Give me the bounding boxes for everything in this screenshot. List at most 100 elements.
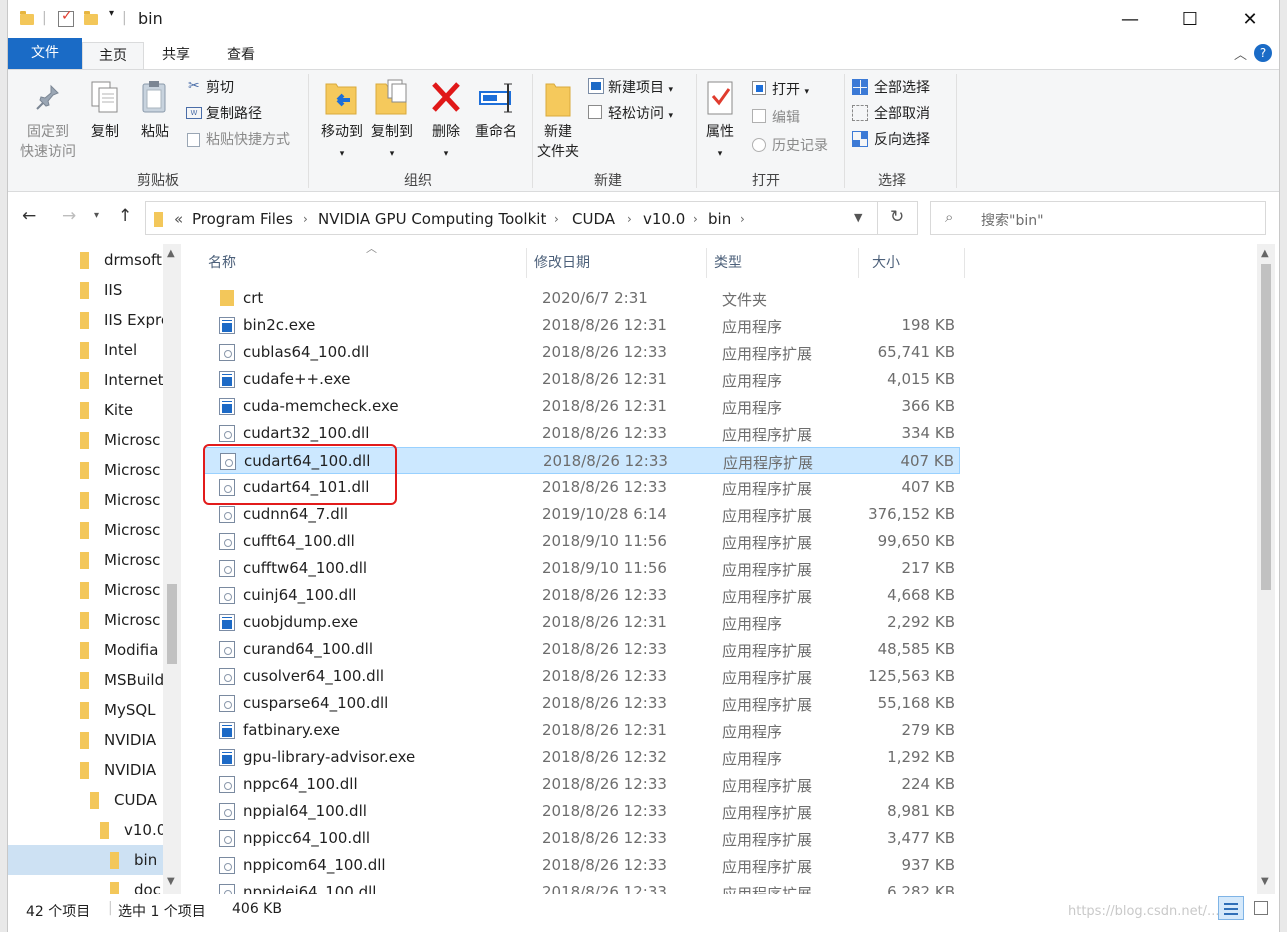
back-icon[interactable]: ← bbox=[22, 206, 36, 226]
help-icon[interactable]: ? bbox=[1254, 44, 1272, 62]
file-row[interactable]: cuinj64_100.dll 2018/8/26 12:33 应用程序扩展 4,66… bbox=[204, 582, 960, 609]
copy-path-button[interactable]: 复制路径 bbox=[206, 104, 262, 124]
large-icons-view-icon[interactable] bbox=[1248, 896, 1274, 920]
paste-button[interactable]: 粘贴 bbox=[136, 122, 174, 142]
new-folder-button[interactable]: 新建 文件夹 bbox=[530, 122, 586, 162]
column-name[interactable]: 名称 bbox=[208, 252, 236, 272]
nav-item[interactable]: MSBuild bbox=[8, 665, 163, 695]
tab-home[interactable]: 主页 bbox=[82, 42, 144, 70]
nav-item[interactable]: Internet bbox=[8, 365, 163, 395]
nav-item[interactable]: bin bbox=[8, 845, 163, 875]
file-row[interactable]: nppial64_100.dll 2018/8/26 12:33 应用程序扩展 8,9… bbox=[204, 798, 960, 825]
delete-button[interactable]: 删除 ▾ bbox=[426, 122, 466, 164]
customize-toolbar-icon[interactable]: ▾ bbox=[109, 8, 114, 19]
copy-button[interactable]: 复制 bbox=[86, 122, 124, 142]
forward-icon[interactable]: → bbox=[62, 206, 76, 226]
file-row[interactable]: curand64_100.dll 2018/8/26 12:33 应用程序扩展 48,… bbox=[204, 636, 960, 663]
breadcrumb-chevron-icon[interactable]: › bbox=[303, 212, 308, 226]
recent-locations-icon[interactable]: ▾ bbox=[94, 210, 99, 221]
nav-item[interactable]: NVIDIA bbox=[8, 725, 163, 755]
nav-item[interactable]: Microsc bbox=[8, 575, 163, 605]
column-separator[interactable] bbox=[964, 248, 965, 278]
breadcrumb-bin[interactable]: bin bbox=[708, 210, 731, 228]
column-separator[interactable] bbox=[526, 248, 527, 278]
file-row[interactable]: cusolver64_100.dll 2018/8/26 12:33 应用程序扩展 1… bbox=[204, 663, 960, 690]
nav-item[interactable]: Microsc bbox=[8, 485, 163, 515]
collapse-ribbon-icon[interactable]: ︿ bbox=[1234, 44, 1247, 63]
nav-item[interactable]: Kite bbox=[8, 395, 163, 425]
nav-item[interactable]: IIS Expre bbox=[8, 305, 163, 335]
nav-item[interactable]: Intel bbox=[8, 335, 163, 365]
breadcrumb-v10[interactable]: v10.0 bbox=[643, 210, 685, 228]
file-row[interactable]: cufft64_100.dll 2018/9/10 11:56 应用程序扩展 99,6… bbox=[204, 528, 960, 555]
nav-item[interactable]: MySQL bbox=[8, 695, 163, 725]
properties-quick-icon[interactable]: ✓ bbox=[58, 8, 74, 27]
select-none-button[interactable]: 全部取消 bbox=[874, 104, 930, 124]
breadcrumb-cuda[interactable]: CUDA bbox=[572, 210, 615, 228]
nav-item[interactable]: Microsc bbox=[8, 455, 163, 485]
tab-view[interactable]: 查看 bbox=[212, 42, 270, 69]
tab-file[interactable]: 文件 bbox=[8, 38, 82, 69]
breadcrumb-chevron-icon[interactable]: › bbox=[554, 212, 559, 226]
scroll-down-icon[interactable]: ▼ bbox=[1261, 876, 1269, 887]
close-button[interactable]: ✕ bbox=[1220, 0, 1279, 38]
file-row[interactable]: cudafe++.exe 2018/8/26 12:31 应用程序 4,015 KB bbox=[204, 366, 960, 393]
nav-scrollbar[interactable]: ▲ ▼ bbox=[163, 244, 181, 894]
column-date[interactable]: 修改日期 bbox=[534, 252, 590, 272]
file-scroll-thumb[interactable] bbox=[1261, 264, 1271, 590]
properties-button[interactable]: 属性 ▾ bbox=[700, 122, 740, 164]
file-row[interactable]: cublas64_100.dll 2018/8/26 12:33 应用程序扩展 65,… bbox=[204, 339, 960, 366]
file-row[interactable]: cuda-memcheck.exe 2018/8/26 12:31 应用程序 366 … bbox=[204, 393, 960, 420]
column-type[interactable]: 类型 bbox=[714, 252, 742, 272]
nav-item[interactable]: v10.0 bbox=[8, 815, 163, 845]
file-row[interactable]: cusparse64_100.dll 2018/8/26 12:33 应用程序扩展 5… bbox=[204, 690, 960, 717]
file-list-scrollbar[interactable]: ▲ ▼ bbox=[1257, 244, 1275, 894]
refresh-button[interactable]: ↻ bbox=[878, 201, 918, 235]
new-folder-quick-icon[interactable] bbox=[84, 11, 98, 25]
move-to-button[interactable]: 移动到 ▾ bbox=[314, 122, 370, 164]
breadcrumb-chevron-icon[interactable]: › bbox=[693, 212, 698, 226]
search-input[interactable]: ⌕ 搜索"bin" bbox=[930, 201, 1266, 235]
file-row[interactable]: fatbinary.exe 2018/8/26 12:31 应用程序 279 KB bbox=[204, 717, 960, 744]
address-box[interactable]: « Program Files › NVIDIA GPU Computing T… bbox=[145, 201, 878, 235]
nav-item[interactable]: Microsc bbox=[8, 425, 163, 455]
file-row[interactable]: nppidei64_100.dll 2018/8/26 12:33 应用程序扩展 6,… bbox=[204, 879, 960, 894]
nav-item[interactable]: Microsc bbox=[8, 545, 163, 575]
tab-share[interactable]: 共享 bbox=[148, 42, 204, 69]
nav-item[interactable]: drmsoft bbox=[8, 245, 163, 275]
easy-access-button[interactable]: 轻松访问 ▾ bbox=[608, 104, 673, 126]
cut-button[interactable]: 剪切 bbox=[206, 78, 234, 98]
file-row[interactable]: crt 2020/6/7 2:31 文件夹 bbox=[204, 285, 960, 312]
breadcrumb-program-files[interactable]: Program Files bbox=[192, 210, 293, 228]
file-row[interactable]: nppc64_100.dll 2018/8/26 12:33 应用程序扩展 224 K… bbox=[204, 771, 960, 798]
file-row[interactable]: cudart32_100.dll 2018/8/26 12:33 应用程序扩展 334… bbox=[204, 420, 960, 447]
invert-selection-button[interactable]: 反向选择 bbox=[874, 130, 930, 150]
new-item-button[interactable]: 新建项目 ▾ bbox=[608, 78, 673, 100]
nav-item[interactable]: IIS bbox=[8, 275, 163, 305]
select-all-button[interactable]: 全部选择 bbox=[874, 78, 930, 98]
file-row[interactable]: gpu-library-advisor.exe 2018/8/26 12:32 应用… bbox=[204, 744, 960, 771]
nav-item[interactable]: Microsc bbox=[8, 515, 163, 545]
rename-button[interactable]: 重命名 bbox=[470, 122, 522, 142]
column-size[interactable]: 大小 bbox=[872, 252, 900, 272]
column-separator[interactable] bbox=[706, 248, 707, 278]
pin-quick-access-button[interactable]: 固定到 快速访问 bbox=[16, 122, 80, 162]
nav-item[interactable]: Microsc bbox=[8, 605, 163, 635]
file-row[interactable]: nppicc64_100.dll 2018/8/26 12:33 应用程序扩展 3,4… bbox=[204, 825, 960, 852]
copy-to-button[interactable]: 复制到 ▾ bbox=[364, 122, 420, 164]
file-row[interactable]: cudnn64_7.dll 2019/10/28 6:14 应用程序扩展 376,15… bbox=[204, 501, 960, 528]
details-view-icon[interactable] bbox=[1218, 896, 1244, 920]
nav-item[interactable]: Modifia bbox=[8, 635, 163, 665]
file-row[interactable]: cuobjdump.exe 2018/8/26 12:31 应用程序 2,292 KB bbox=[204, 609, 960, 636]
edit-button[interactable]: 编辑 bbox=[772, 108, 800, 128]
minimize-button[interactable]: — bbox=[1100, 0, 1160, 38]
address-dropdown-icon[interactable]: ▼ bbox=[854, 211, 862, 224]
file-row[interactable]: cufftw64_100.dll 2018/9/10 11:56 应用程序扩展 217… bbox=[204, 555, 960, 582]
nav-scroll-thumb[interactable] bbox=[167, 584, 177, 664]
breadcrumb-overflow[interactable]: « bbox=[174, 210, 183, 228]
maximize-button[interactable]: ☐ bbox=[1160, 0, 1220, 38]
breadcrumb-chevron-icon[interactable]: › bbox=[740, 212, 745, 226]
nav-item[interactable]: NVIDIA bbox=[8, 755, 163, 785]
history-button[interactable]: 历史记录 bbox=[772, 136, 828, 156]
scroll-down-icon[interactable]: ▼ bbox=[167, 876, 175, 887]
